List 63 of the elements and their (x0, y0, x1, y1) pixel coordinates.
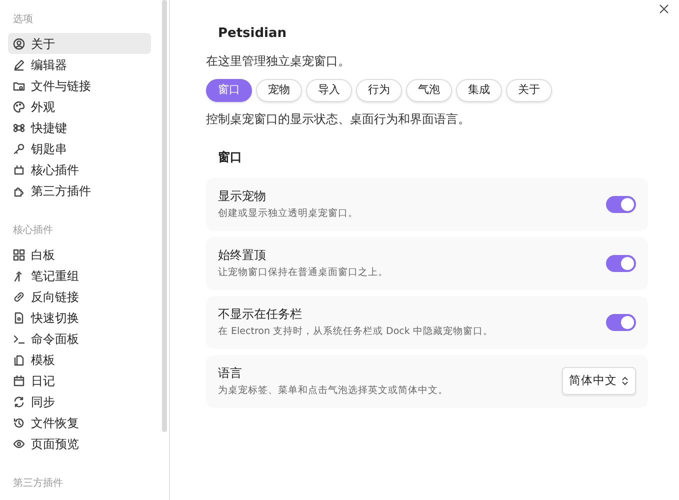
plugin-title: Petsidian (217, 25, 288, 43)
tab[interactable]: 集成 (456, 78, 502, 102)
section-heading: 窗口 (217, 148, 243, 166)
tab[interactable]: 气泡 (406, 78, 452, 102)
puzzle-icon (13, 184, 25, 196)
command-icon (13, 122, 25, 134)
toggle-switch[interactable] (606, 314, 636, 330)
description: 控制桌宠窗口的显示状态、桌面行为和界面语言。 (206, 110, 471, 128)
tab[interactable]: 导入 (306, 78, 352, 102)
sidebar-item[interactable]: 命令面板 (8, 328, 151, 349)
sidebar-item[interactable]: 外观 (8, 96, 151, 117)
tab[interactable]: 宠物 (256, 78, 302, 102)
sidebar-item[interactable]: 日记 (8, 370, 151, 391)
sidebar-item[interactable]: 核心插件 (8, 159, 151, 180)
folder-link-icon (13, 80, 25, 92)
section-heading: 核心插件 (12, 224, 54, 238)
chevron-icon (621, 376, 629, 386)
sidebar-item[interactable]: 页面预览 (8, 433, 151, 454)
sidebar-item[interactable]: 关于 (8, 33, 151, 54)
section-heading: 选项 (12, 12, 34, 27)
sidebar-item[interactable]: 笔记重组 (8, 265, 151, 286)
setting-description: 创建或显示独立透明桌宠窗口。 (218, 206, 358, 221)
setting-description: 在 Electron 支持时，从系统任务栏或 Dock 中隐藏宠物窗口。 (218, 324, 493, 339)
setting-name: 始终置顶 (218, 246, 267, 264)
setting-description: 为桌宠标签、菜单和点击气泡选择英文或简体中文。 (218, 384, 448, 398)
pencil-icon (13, 58, 25, 70)
tab[interactable]: 窗口 (206, 78, 252, 102)
close-icon[interactable] (657, 2, 671, 16)
sidebar-item[interactable]: 编辑器 (8, 54, 151, 75)
setting-description: 让宠物窗口保持在普通桌面窗口之上。 (218, 266, 388, 280)
tab[interactable]: 关于 (506, 78, 552, 102)
sidebar-item[interactable]: 反向链接 (8, 286, 151, 307)
palette-icon (13, 100, 25, 112)
setting-name: 语言 (218, 364, 243, 382)
sidebar-item[interactable]: 模板 (8, 349, 151, 370)
toggle-switch[interactable] (606, 196, 636, 212)
setting-name: 不显示在任务栏 (218, 306, 303, 323)
sidebar-item[interactable]: 第三方插件 (8, 180, 151, 201)
grid-icon (13, 248, 25, 260)
user-circle-icon (13, 38, 25, 50)
sidebar-item[interactable]: 文件与链接 (8, 75, 151, 96)
language-select[interactable]: 简体中文 (562, 367, 636, 395)
sidebar-item[interactable]: 快捷键 (8, 117, 151, 138)
history-icon (13, 416, 25, 428)
calendar-icon (13, 374, 25, 386)
sync-icon (13, 396, 25, 408)
sidebar-item[interactable]: 快速切换 (8, 307, 151, 328)
toggle-switch[interactable] (606, 254, 636, 272)
eye-icon (13, 438, 25, 450)
setting-name: 显示宠物 (218, 188, 267, 205)
terminal-icon (13, 332, 25, 344)
section-heading: 第三方插件 (12, 476, 64, 491)
scrollbar[interactable] (162, 0, 167, 432)
sidebar-item[interactable]: 同步 (8, 391, 151, 412)
key-icon (13, 142, 25, 154)
sidebar-item[interactable]: 钥匙串 (8, 138, 151, 159)
description: 在这里管理独立桌宠窗口。 (206, 52, 351, 70)
pages-icon (13, 354, 25, 366)
link-icon (13, 290, 25, 302)
sidebar-item[interactable]: 文件恢复 (8, 412, 151, 433)
tab[interactable]: 行为 (356, 78, 402, 102)
sidebar-item[interactable]: 白板 (8, 244, 151, 265)
file-icon (13, 312, 25, 324)
